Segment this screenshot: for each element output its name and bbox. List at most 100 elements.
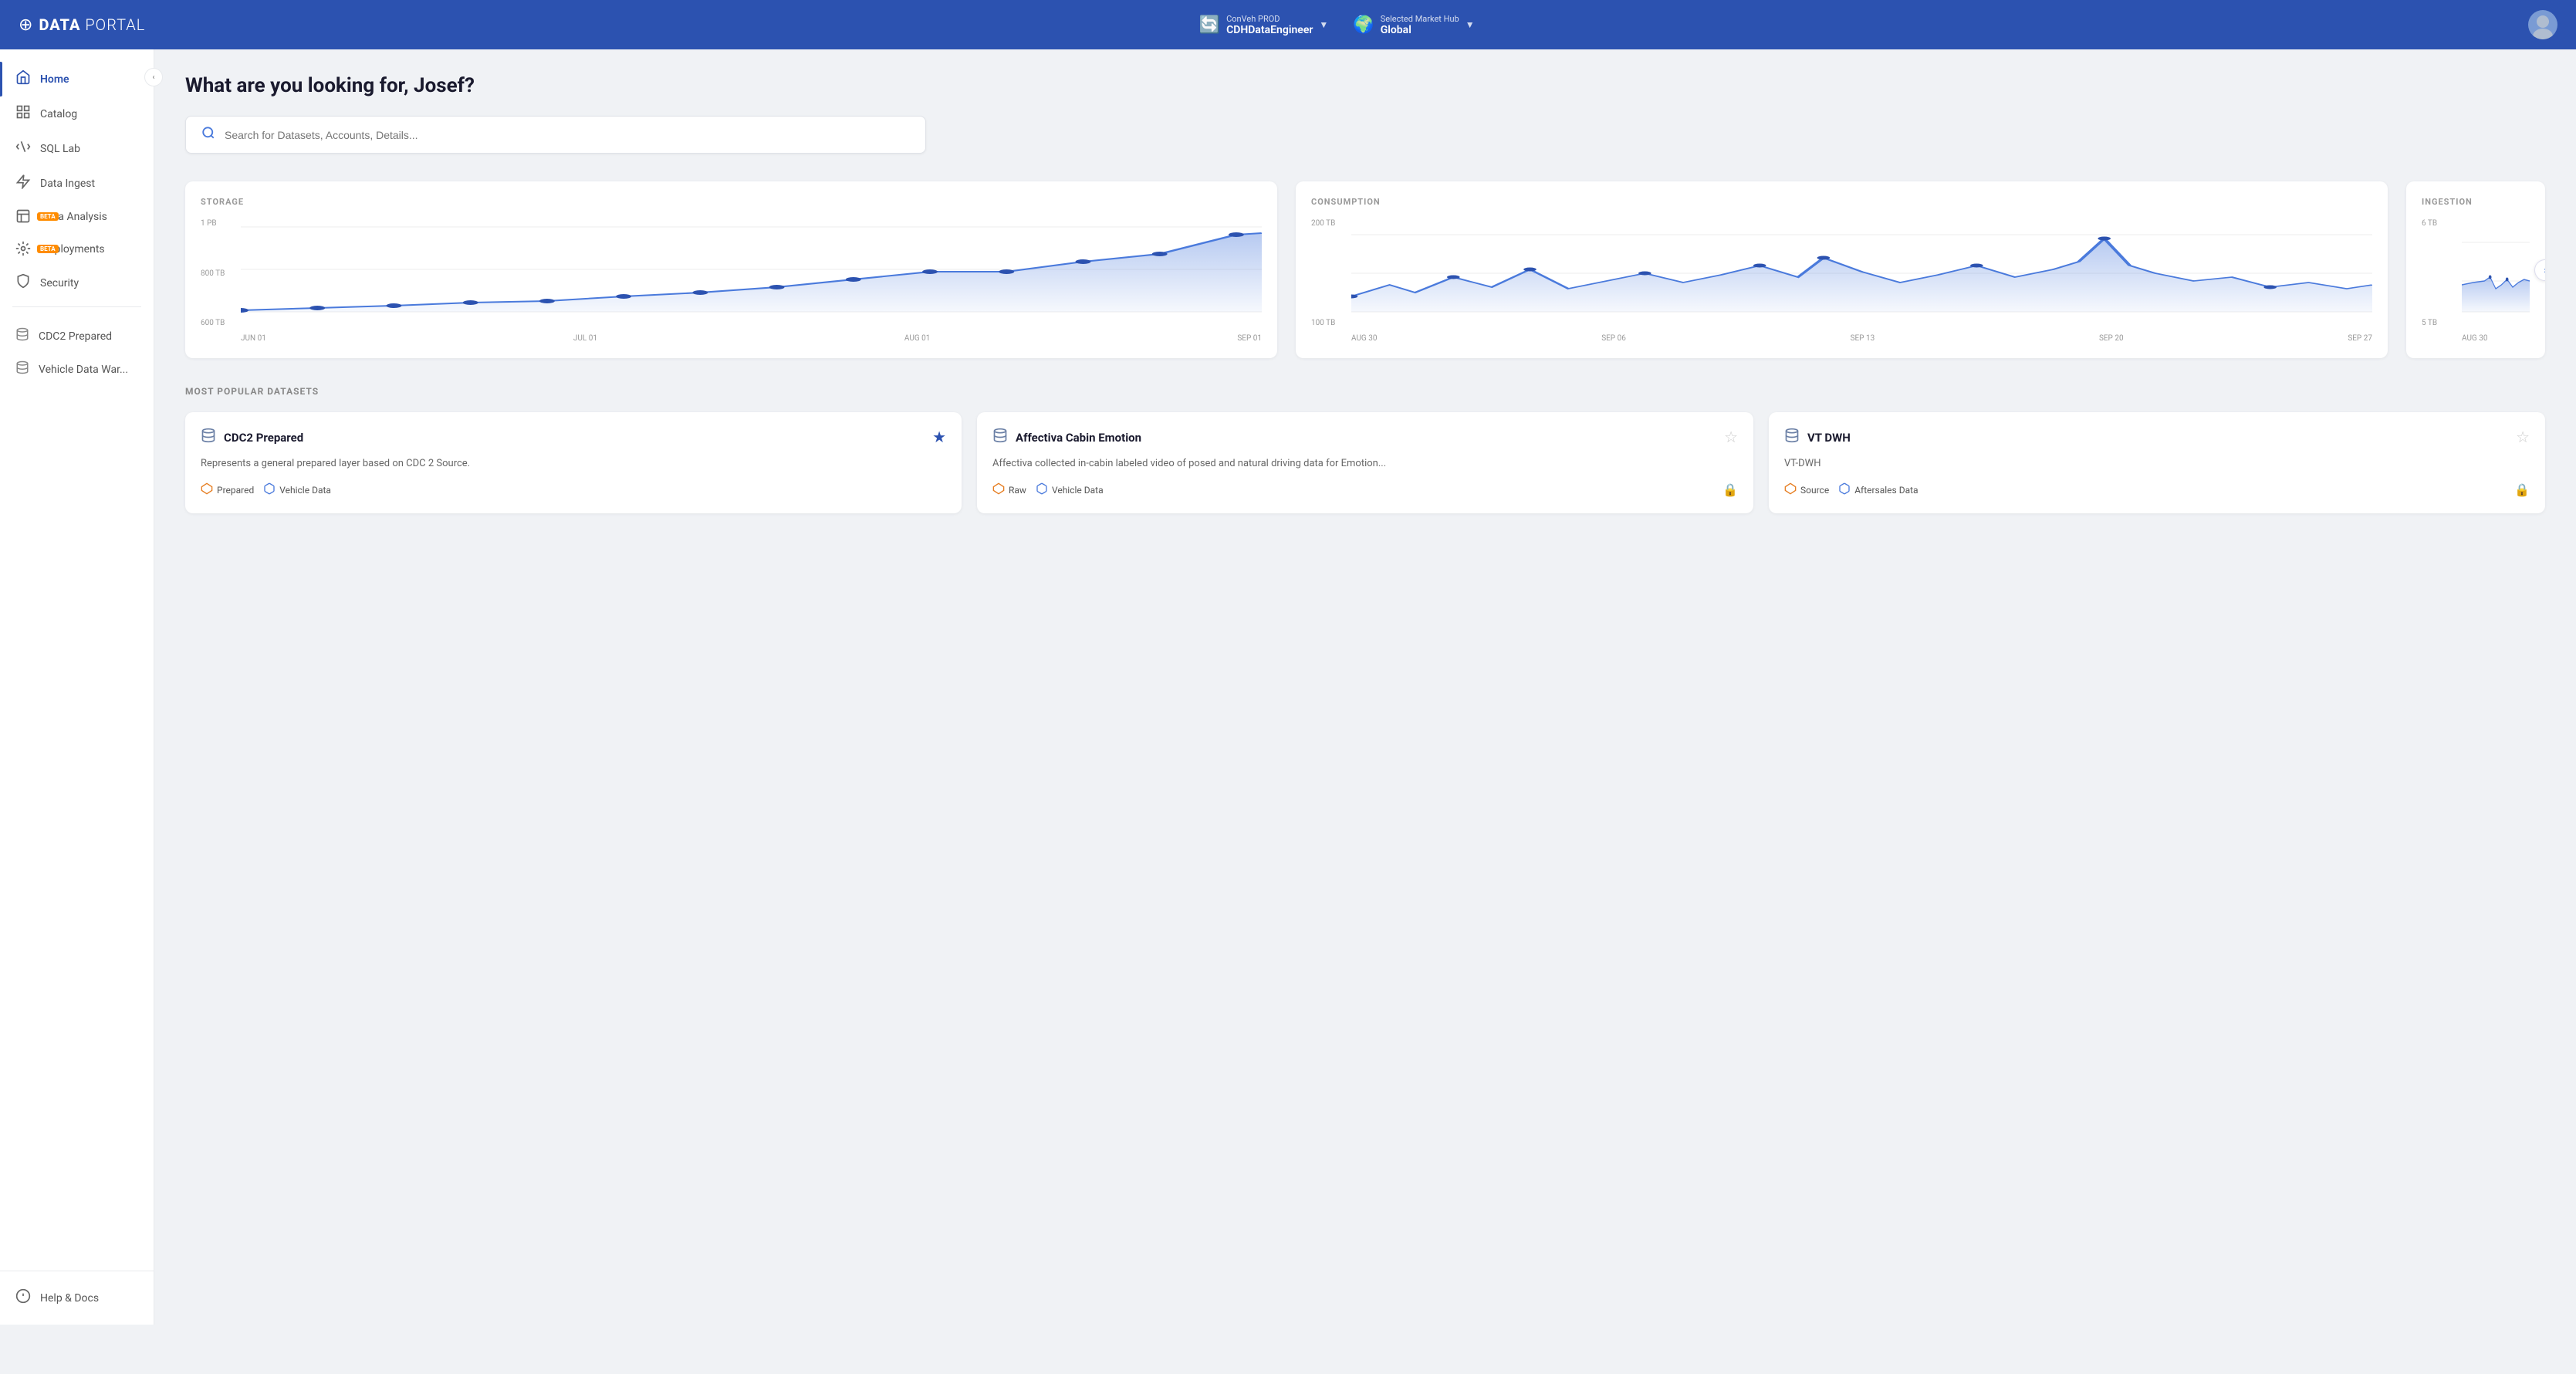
dataset-icon-cdc2	[15, 327, 29, 345]
dataset-header-cdc2: CDC2 Prepared ★	[201, 428, 946, 447]
storage-chart-card: STORAGE 1 PB 800 TB 600 TB	[185, 181, 1277, 358]
consumption-chart-card: CONSUMPTION 200 TB 100 TB	[1296, 181, 2388, 358]
deployments-icon	[15, 244, 31, 260]
env-dropdown[interactable]: 🔄 ConVeh PROD CDHDataEngineer ▼	[1199, 14, 1329, 36]
dataset-card-vtdwh: VT DWH ☆ VT-DWH Source	[1769, 412, 2545, 513]
dataset-tags-vtdwh: Source Aftersales Data 🔒	[1784, 482, 2530, 498]
tag-source-vtdwh: Source	[1784, 482, 1829, 498]
dataset-name-affectiva: Affectiva Cabin Emotion	[1016, 431, 1141, 445]
ingestion-chart-title: INGESTION	[2422, 197, 2530, 207]
sidebar-item-home[interactable]: Home	[0, 62, 154, 96]
dataset-db-icon-vtdwh	[1784, 428, 1800, 447]
dataset-desc-vtdwh: VT-DWH	[1784, 456, 2530, 472]
sidebar-item-label-dataingest: Data Ingest	[40, 178, 95, 190]
tag-prepared: Prepared	[201, 482, 254, 498]
cube-icon-cdc2	[263, 482, 276, 498]
sidebar-item-helpdocs[interactable]: Help & Docs	[0, 1281, 154, 1315]
ingestion-x-label: AUG 30	[2462, 334, 2487, 343]
logo-icon: ⊕	[19, 15, 32, 35]
dataanalysis-icon	[15, 212, 31, 228]
page-title: What are you looking for, Josef?	[185, 74, 2545, 97]
consumption-x-labels: AUG 30 SEP 06 SEP 13 SEP 20 SEP 27	[1351, 334, 2372, 343]
star-button-affectiva[interactable]: ☆	[1724, 428, 1738, 446]
lock-icon-vtdwh: 🔒	[2514, 482, 2530, 497]
dataset-card-cdc2prepared: CDC2 Prepared ★ Represents a general pre…	[185, 412, 962, 513]
env-value: CDHDataEngineer	[1226, 24, 1313, 36]
star-button-vtdwh[interactable]: ☆	[2516, 428, 2530, 446]
star-button-cdc2[interactable]: ★	[932, 428, 946, 446]
storage-chart-area: 1 PB 800 TB 600 TB	[201, 219, 1262, 343]
home-icon	[15, 69, 31, 89]
beta-badge-deployments: BETA	[37, 245, 59, 253]
market-label: Selected Market Hub	[1381, 14, 1459, 24]
sidebar-item-sqllab[interactable]: SQL Lab	[0, 131, 154, 166]
cube-icon-vtdwh	[1838, 482, 1851, 498]
consumption-y-labels: 200 TB 100 TB	[1311, 219, 1348, 327]
datasets-grid: CDC2 Prepared ★ Represents a general pre…	[185, 412, 2545, 513]
dataset-desc-affectiva: Affectiva collected in-cabin labeled vid…	[992, 456, 1738, 472]
dataingest-icon	[15, 174, 31, 193]
consumption-chart-title: CONSUMPTION	[1311, 197, 2372, 207]
sidebar-favorite-cdc2[interactable]: CDC2 Prepared	[0, 320, 154, 353]
sidebar-favorite-label-cdc2: CDC2 Prepared	[39, 330, 112, 343]
dataset-card-affectiva: Affectiva Cabin Emotion ☆ Affectiva coll…	[977, 412, 1753, 513]
user-avatar[interactable]	[2528, 10, 2557, 39]
tag-vehicledata-affectiva: Vehicle Data	[1036, 482, 1104, 498]
sidebar-bottom: Help & Docs	[0, 1271, 154, 1325]
catalog-icon	[15, 104, 31, 124]
sidebar-item-dataingest[interactable]: Data Ingest	[0, 166, 154, 201]
ingestion-y-labels: 6 TB 5 TB	[2422, 219, 2459, 327]
search-input[interactable]	[225, 129, 910, 141]
dataset-icon-vehicle	[15, 360, 29, 378]
sidebar-item-label-home: Home	[40, 73, 69, 86]
help-icon	[15, 1288, 31, 1308]
header: ⊕ DATA PORTAL 🔄 ConVeh PROD CDHDataEngin…	[0, 0, 2576, 49]
sidebar-item-dataanalysis[interactable]: BETA Data Analysis	[0, 201, 154, 233]
dataset-name-cdc2: CDC2 Prepared	[224, 431, 303, 445]
dataset-name-vtdwh: VT DWH	[1807, 431, 1851, 445]
dataset-db-icon-affectiva	[992, 428, 1008, 447]
ingestion-chart-card: › INGESTION 6 TB 5 TB	[2406, 181, 2545, 358]
sidebar-favorites: CDC2 Prepared Vehicle Data War...	[0, 313, 154, 392]
sidebar-nav: Home Catalog SQ	[0, 49, 154, 1271]
main-content: What are you looking for, Josef? STORAGE…	[154, 49, 2576, 1325]
globe-icon: 🌍	[1353, 15, 1374, 35]
layer-icon-prepared	[201, 482, 213, 498]
dataset-header-vtdwh: VT DWH ☆	[1784, 428, 2530, 447]
chart-next-button[interactable]: ›	[2534, 259, 2545, 281]
sidebar-item-label-sqllab: SQL Lab	[40, 143, 80, 155]
layer-icon-raw	[992, 482, 1005, 498]
sidebar-item-label-security: Security	[40, 277, 79, 289]
tag-aftersales-vtdwh: Aftersales Data	[1838, 482, 1918, 498]
sidebar-item-label-catalog: Catalog	[40, 108, 77, 120]
header-center: 🔄 ConVeh PROD CDHDataEngineer ▼ 🌍 Select…	[1199, 14, 1475, 36]
layer-icon-vtdwh	[1784, 482, 1797, 498]
sidebar-favorite-label-vehicle: Vehicle Data War...	[39, 364, 128, 376]
dataset-db-icon-cdc2	[201, 428, 216, 447]
sqllab-icon	[15, 139, 31, 158]
market-value: Global	[1381, 24, 1459, 36]
market-dropdown[interactable]: 🌍 Selected Market Hub Global ▼	[1353, 14, 1474, 36]
security-icon	[15, 273, 31, 293]
storage-x-labels: JUN 01 JUL 01 AUG 01 SEP 01	[241, 334, 1262, 343]
logo: ⊕ DATA PORTAL	[19, 15, 145, 35]
consumption-chart-inner	[1351, 219, 2372, 327]
search-bar[interactable]	[185, 116, 926, 154]
lock-icon-affectiva: 🔒	[1722, 482, 1738, 497]
ingestion-chart-inner	[2462, 219, 2530, 327]
sidebar-item-catalog[interactable]: Catalog	[0, 96, 154, 131]
dataset-desc-cdc2: Represents a general prepared layer base…	[201, 456, 946, 472]
sidebar-item-deployments[interactable]: BETA Deployments	[0, 233, 154, 266]
cube-icon-affectiva	[1036, 482, 1048, 498]
tag-vehicledata-cdc2: Vehicle Data	[263, 482, 331, 498]
env-label: ConVeh PROD	[1226, 14, 1313, 24]
chevron-down-icon: ▼	[1319, 19, 1328, 30]
sidebar: ‹ Home Catalog	[0, 49, 154, 1325]
search-icon	[201, 126, 215, 144]
sidebar-item-security[interactable]: Security	[0, 266, 154, 300]
beta-badge-dataanalysis: BETA	[37, 212, 59, 221]
sidebar-favorite-vehicle[interactable]: Vehicle Data War...	[0, 353, 154, 386]
sidebar-item-label-helpdocs: Help & Docs	[40, 1292, 99, 1305]
sidebar-divider	[12, 306, 141, 307]
datasets-section-title: MOST POPULAR DATASETS	[185, 386, 2545, 397]
